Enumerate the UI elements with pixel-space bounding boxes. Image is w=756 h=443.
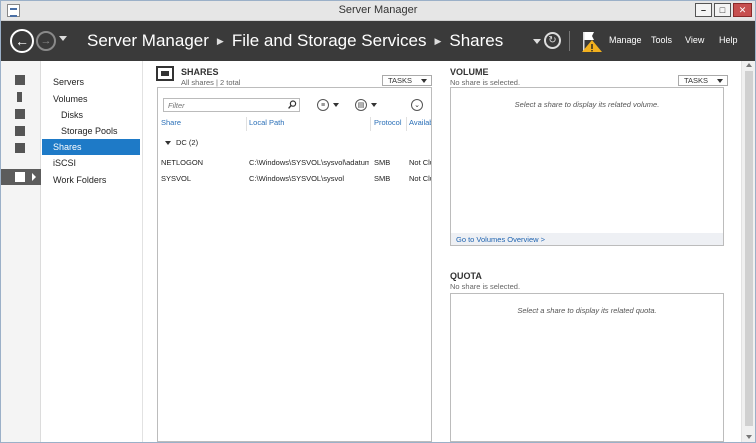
history-dropdown-icon[interactable] [59, 36, 67, 41]
row-1-share[interactable]: NETLOGON [161, 158, 245, 169]
row-1-protocol[interactable]: SMB [374, 158, 404, 169]
view-options-icon[interactable]: ≡ [317, 99, 329, 111]
column-header-protocol[interactable]: Protocol [374, 118, 407, 130]
rail-file-storage[interactable] [1, 169, 41, 185]
group-header-dc[interactable]: DC (2) [165, 138, 198, 147]
scroll-up-icon[interactable] [746, 63, 752, 67]
menu-help[interactable]: Help [719, 35, 738, 45]
file-storage-icon [15, 172, 25, 182]
quota-placeholder: Select a share to display its related qu… [517, 306, 657, 315]
menu-view[interactable]: View [685, 35, 704, 45]
quota-panel: Select a share to display its related qu… [450, 293, 724, 442]
close-button[interactable]: ✕ [733, 3, 752, 17]
shares-folder-icon [156, 66, 174, 81]
filter-input[interactable] [163, 98, 300, 112]
menu-tools[interactable]: Tools [651, 35, 672, 45]
column-header-availability[interactable]: Availability Type [409, 118, 431, 130]
nav-item-servers[interactable]: Servers [42, 74, 140, 90]
back-arrow-icon[interactable]: ← [10, 29, 34, 53]
maximize-button[interactable]: □ [714, 3, 731, 17]
save-query-dropdown-icon[interactable] [371, 103, 377, 107]
scroll-thumb[interactable] [745, 71, 753, 426]
title-bar: Server Manager – □ ✕ [1, 1, 755, 21]
row-1-path[interactable]: C:\Windows\SYSVOL\sysvol\adatum.com\SCRI… [249, 158, 369, 169]
collapse-group-icon [165, 141, 171, 146]
volume-subtitle: No share is selected. [450, 78, 521, 87]
expand-arrow-icon [32, 173, 36, 181]
breadcrumb-file-storage[interactable]: File and Storage Services [232, 31, 427, 51]
breadcrumb-server-manager[interactable]: Server Manager [87, 31, 209, 51]
main-content: SHARES All shares | 2 total TASKS ≡ ▤ ⌄ … [144, 61, 755, 442]
ad-ds-icon [15, 126, 25, 136]
shares-list-panel: ≡ ▤ ⌄ Share Local Path Protocol Availabi… [157, 87, 432, 442]
breadcrumb-shares[interactable]: Shares [449, 31, 503, 51]
row-2-protocol[interactable]: SMB [374, 174, 404, 185]
notifications-flag-icon[interactable] [581, 30, 603, 54]
nav-item-disks[interactable]: Disks [42, 107, 140, 123]
all-servers-icon [15, 109, 25, 119]
volume-title: VOLUME [450, 67, 489, 77]
column-separator [406, 117, 407, 131]
rail-all-servers[interactable] [1, 106, 41, 122]
breadcrumb-separator-icon: ▶ [434, 35, 442, 46]
volumes-overview-link[interactable]: Go to Volumes Overview > [456, 235, 545, 244]
volume-placeholder: Select a share to display its related vo… [514, 100, 660, 109]
column-header-local-path[interactable]: Local Path [249, 118, 369, 130]
vertical-scrollbar[interactable] [741, 61, 755, 442]
minimize-button[interactable]: – [695, 3, 712, 17]
row-1-availability[interactable]: Not Clustered [409, 158, 431, 169]
rail-local-server[interactable] [1, 89, 41, 105]
refresh-icon[interactable]: ↻ [544, 32, 561, 49]
save-query-icon[interactable]: ▤ [355, 99, 367, 111]
breadcrumb: Server Manager ▶ File and Storage Servic… [87, 31, 503, 51]
dns-icon [15, 143, 25, 153]
column-separator [246, 117, 247, 131]
volume-panel: Select a share to display its related vo… [450, 87, 724, 246]
nav-item-shares[interactable]: Shares [42, 139, 140, 155]
volume-tasks-button[interactable]: TASKS [678, 75, 728, 86]
shares-title: SHARES [181, 67, 219, 77]
header-bar: ← → Server Manager ▶ File and Storage Se… [1, 21, 755, 61]
nav-item-work-folders[interactable]: Work Folders [42, 172, 140, 188]
shares-tasks-button[interactable]: TASKS [382, 75, 432, 86]
window-title: Server Manager [338, 4, 418, 16]
column-header-share[interactable]: Share [161, 118, 241, 130]
group-label: DC (2) [176, 138, 199, 147]
window-controls: – □ ✕ [695, 3, 752, 17]
forward-arrow-icon[interactable]: → [36, 31, 56, 51]
header-dropdown-icon[interactable] [533, 39, 541, 44]
icon-rail [1, 61, 41, 442]
local-server-icon [17, 92, 22, 102]
rail-dashboard[interactable] [1, 72, 41, 88]
rail-ad-ds[interactable] [1, 123, 41, 139]
view-options-dropdown-icon[interactable] [333, 103, 339, 107]
column-separator [370, 117, 371, 131]
server-manager-window: Server Manager – □ ✕ ← → Server Manager … [0, 0, 756, 443]
row-2-share[interactable]: SYSVOL [161, 174, 245, 185]
nav-pane: Servers Volumes Disks Storage Pools Shar… [42, 61, 143, 442]
shares-subtitle: All shares | 2 total [181, 78, 241, 87]
quota-subtitle: No share is selected. [450, 282, 521, 291]
expand-collapse-icon[interactable]: ⌄ [411, 99, 423, 111]
nav-item-storage-pools[interactable]: Storage Pools [42, 123, 140, 139]
rail-dns[interactable] [1, 140, 41, 156]
search-icon[interactable] [288, 100, 297, 109]
row-2-availability[interactable]: Not Clustered [409, 174, 431, 185]
volume-footer: Go to Volumes Overview > [451, 233, 723, 245]
dashboard-icon [15, 75, 25, 85]
row-2-path[interactable]: C:\Windows\SYSVOL\sysvol [249, 174, 369, 185]
breadcrumb-separator-icon: ▶ [216, 35, 224, 46]
nav-item-iscsi[interactable]: iSCSI [42, 155, 140, 171]
nav-item-volumes[interactable]: Volumes [42, 91, 140, 107]
scroll-down-icon[interactable] [746, 435, 752, 439]
quota-title: QUOTA [450, 271, 482, 281]
header-divider [569, 31, 570, 51]
menu-manage[interactable]: Manage [609, 35, 642, 45]
